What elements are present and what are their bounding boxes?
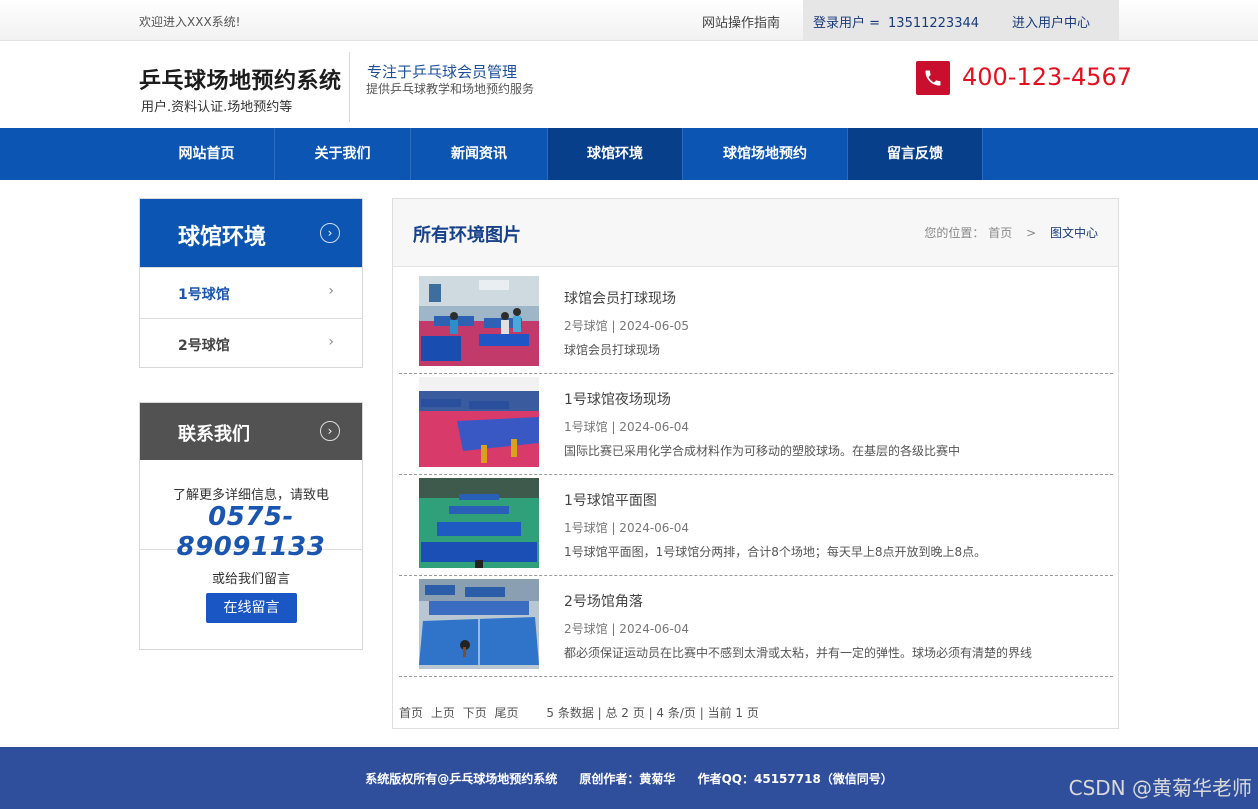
welcome-text: 欢迎进入XXX系统! [139, 15, 241, 29]
hotline-number: 400-123-4567 [962, 63, 1133, 91]
sidebar-item-label: 1号球馆 [178, 287, 230, 303]
contact-phone-block: 了解更多详细信息，请致电 0575-89091133 [140, 460, 362, 562]
chevron-right-icon: › [328, 334, 334, 350]
entry-meta: 1号球馆 | 2024-06-04 [564, 521, 690, 535]
entry-desc: 1号球馆平面图，1号球馆分两排，合计8个场地；每天早上8点开放到晚上8点。 [564, 545, 987, 559]
login-label: 登录用户 = [813, 16, 881, 31]
sidebar-header: 球馆环境 › [140, 199, 362, 267]
entry-thumbnail[interactable] [419, 579, 539, 669]
entry-title[interactable]: 球馆会员打球现场 [564, 288, 676, 308]
breadcrumb-separator: > [1026, 226, 1037, 240]
sidebar-title: 球馆环境 [178, 225, 267, 250]
contact-message-block: 或给我们留言 在线留言 [140, 550, 362, 648]
list-item[interactable]: 2号场馆角落 2号球馆 | 2024-06-04 都必须保证运动员在比赛中不感到… [399, 576, 1113, 677]
main-nav: 网站首页 关于我们 新闻资讯 球馆环境 球馆场地预约 留言反馈 [0, 128, 1258, 180]
entry-desc: 国际比赛已采用化学合成材料作为可移动的塑胶球场。在基层的各级比赛中 [564, 444, 961, 458]
chevron-right-icon: › [328, 283, 334, 299]
contact-or-message: 或给我们留言 [211, 572, 290, 587]
online-message-button[interactable]: 在线留言 [206, 593, 297, 623]
entry-title[interactable]: 2号场馆角落 [564, 591, 643, 611]
contact-box: 联系我们 › 了解更多详细信息，请致电 0575-89091133 或给我们留言… [139, 402, 363, 650]
nav-news[interactable]: 新闻资讯 [411, 128, 548, 180]
user-box: 登录用户 = 13511223344 进入用户中心 [803, 0, 1119, 40]
entry-thumbnail[interactable] [419, 478, 539, 568]
contact-header: 联系我们 › [140, 403, 362, 460]
nav-about[interactable]: 关于我们 [275, 128, 411, 180]
entry-meta: 1号球馆 | 2024-06-04 [564, 420, 690, 434]
sidebar-item-hall-2[interactable]: 2号球馆 › [140, 318, 362, 369]
footer-copyright: 系统版权所有@乒乓球场地预约系统 [365, 772, 558, 786]
list-item[interactable]: 1号球馆平面图 1号球馆 | 2024-06-04 1号球馆平面图，1号球馆分两… [399, 475, 1113, 576]
page-first[interactable]: 首页 [399, 706, 423, 720]
entry-title[interactable]: 1号球馆夜场现场 [564, 389, 671, 409]
header: 乒乓球场地预约系统 用户.资料认证.场地预约等 专注于乒乓球会员管理 提供乒乓球… [0, 41, 1258, 128]
sidebar-category: 球馆环境 › 1号球馆 › 2号球馆 › [139, 198, 363, 368]
watermark: CSDN @黄菊华老师 [1068, 776, 1252, 800]
entry-meta: 2号球馆 | 2024-06-04 [564, 622, 690, 636]
nav-feedback[interactable]: 留言反馈 [848, 128, 983, 180]
contact-info-text: 了解更多详细信息，请致电 [172, 488, 329, 503]
entry-list: 球馆会员打球现场 2号球馆 | 2024-06-05 球馆会员打球现场 1号球馆… [399, 273, 1113, 677]
breadcrumb-current[interactable]: 图文中心 [1050, 226, 1098, 240]
slogan-sub: 提供乒乓球教学和场地预约服务 [366, 82, 535, 96]
main-content: 所有环境图片 您的位置： 首页 > 图文中心 球馆会员打球现场 2号球馆 | 2… [392, 198, 1119, 729]
entry-desc: 球馆会员打球现场 [564, 343, 661, 357]
chevron-right-circle-icon: › [320, 421, 340, 441]
contact-title: 联系我们 [178, 424, 250, 445]
sidebar-item-label: 2号球馆 [178, 338, 230, 354]
breadcrumb-home[interactable]: 首页 [988, 226, 1012, 240]
entry-desc: 都必须保证运动员在比赛中不感到太滑或太粘，并有一定的弹性。球场必须有清楚的界线 [564, 646, 1033, 660]
page-title: 所有环境图片 [413, 225, 521, 246]
page-last[interactable]: 尾页 [495, 706, 519, 720]
footer-qq: 作者QQ：45157718（微信同号） [697, 772, 893, 786]
login-user: 登录用户 = 13511223344 [813, 12, 979, 31]
sidebar-item-hall-1[interactable]: 1号球馆 › [140, 267, 362, 318]
slogan: 专注于乒乓球会员管理 [367, 63, 518, 81]
entry-thumbnail[interactable] [419, 276, 539, 366]
pagination: 首页 上页 下页 尾页 5 条数据 | 总 2 页 | 4 条/页 | 当前 1… [399, 704, 763, 721]
page-info: 5 条数据 | 总 2 页 | 4 条/页 | 当前 1 页 [546, 706, 759, 720]
breadcrumb-prefix: 您的位置： [924, 226, 985, 240]
site-title[interactable]: 乒乓球场地预约系统 [139, 63, 342, 95]
page-next[interactable]: 下页 [463, 706, 487, 720]
nav-home[interactable]: 网站首页 [139, 128, 275, 180]
entry-title[interactable]: 1号球馆平面图 [564, 490, 657, 510]
nav-environment[interactable]: 球馆环境 [548, 128, 683, 180]
user-center-link[interactable]: 进入用户中心 [1012, 12, 1090, 31]
top-bar: 欢迎进入XXX系统! 网站操作指南 登录用户 = 13511223344 进入用户… [0, 0, 1258, 41]
login-phone: 13511223344 [888, 16, 980, 31]
entry-meta: 2号球馆 | 2024-06-05 [564, 319, 690, 333]
main-header: 所有环境图片 您的位置： 首页 > 图文中心 [393, 199, 1118, 267]
site-subtitle: 用户.资料认证.场地预约等 [141, 100, 293, 115]
list-item[interactable]: 1号球馆夜场现场 1号球馆 | 2024-06-04 国际比赛已采用化学合成材料… [399, 374, 1113, 475]
entry-thumbnail[interactable] [419, 377, 539, 467]
guide-link[interactable]: 网站操作指南 [702, 12, 780, 31]
list-item[interactable]: 球馆会员打球现场 2号球馆 | 2024-06-05 球馆会员打球现场 [399, 273, 1113, 374]
phone-icon [916, 61, 950, 95]
breadcrumb: 您的位置： 首页 > 图文中心 [924, 224, 1098, 241]
page-prev[interactable]: 上页 [431, 706, 455, 720]
footer-author: 原创作者：黄菊华 [579, 772, 676, 786]
nav-booking[interactable]: 球馆场地预约 [683, 128, 848, 180]
header-divider [349, 52, 350, 122]
chevron-right-circle-icon: › [320, 223, 340, 243]
